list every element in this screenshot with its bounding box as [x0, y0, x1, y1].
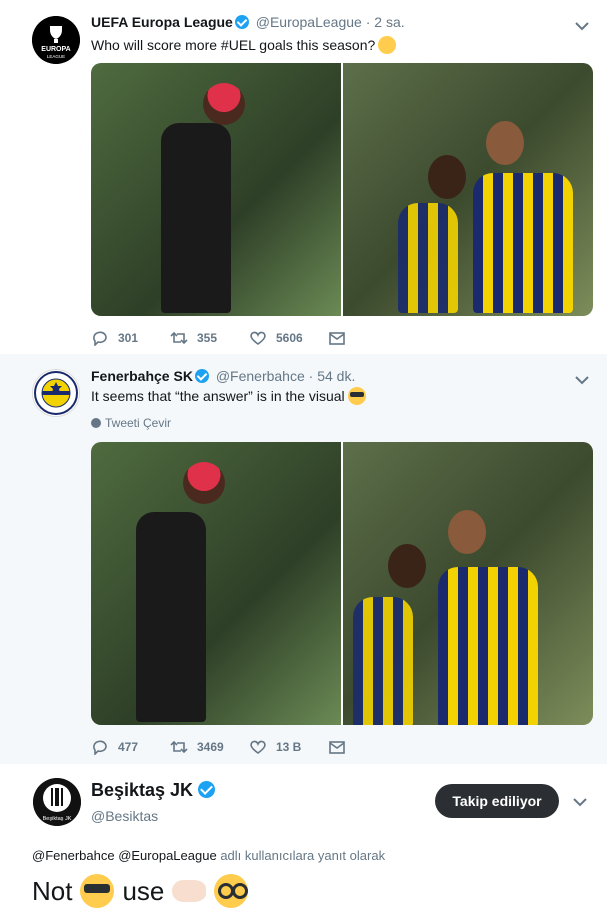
nerd-face-icon: [214, 874, 249, 908]
verified-badge-icon: [198, 781, 216, 798]
verified-badge-icon: [194, 369, 209, 383]
tweet-text: Not use: [32, 874, 249, 908]
sunglasses-face-icon: [347, 387, 366, 405]
player-figure: [161, 123, 231, 313]
tweet-besiktas[interactable]: Beşiktaş JK Beşiktaş JK @Besiktas Takip …: [0, 764, 607, 912]
time-separator: ·: [365, 14, 371, 30]
tweet-actions: 301 355 5606: [91, 330, 377, 346]
direct-message-button[interactable]: [328, 739, 355, 755]
envelope-icon: [329, 741, 345, 754]
player-head: [203, 83, 245, 125]
heart-icon: [250, 331, 266, 345]
photo-player-black-kit[interactable]: [91, 63, 341, 316]
timestamp[interactable]: 2 sa.: [374, 14, 404, 30]
chevron-down-icon[interactable]: [573, 794, 587, 808]
avatar[interactable]: EUROPA LEAGUE: [32, 16, 80, 64]
player-head: [428, 155, 466, 199]
avatar[interactable]: [32, 369, 80, 417]
display-name[interactable]: UEFA Europa League: [91, 14, 233, 30]
time-separator: ·: [308, 368, 314, 384]
like-count: 5606: [276, 331, 303, 345]
globe-icon: [91, 418, 101, 428]
tweet-header: UEFA Europa League @EuropaLeague · 2 sa.: [91, 14, 405, 30]
photo-player-striped-kit[interactable]: [343, 63, 593, 316]
tweet-header: Fenerbahçe SK @Fenerbahce · 54 dk.: [91, 368, 355, 384]
reply-context: @Fenerbahce @EuropaLeague adlı kullanıcı…: [32, 848, 385, 863]
reply-count: 477: [118, 740, 139, 754]
translate-tweet-link[interactable]: Tweeti Çevir: [91, 416, 171, 430]
player-head: [388, 544, 426, 588]
europa-league-logo-icon: EUROPA LEAGUE: [32, 16, 80, 64]
heart-icon: [250, 740, 266, 754]
reply-icon: [93, 740, 107, 755]
player-figure: [438, 567, 538, 725]
player-figure: [353, 597, 413, 725]
reply-icon: [93, 331, 107, 346]
avatar[interactable]: Beşiktaş JK: [33, 778, 81, 826]
player-figure: [473, 173, 573, 313]
tweet-text: Who will score more #UEL goals this seas…: [91, 36, 397, 54]
like-button[interactable]: 13 B: [249, 739, 306, 755]
username[interactable]: @EuropaLeague: [256, 14, 362, 30]
direct-message-button[interactable]: [328, 330, 355, 346]
following-button[interactable]: Takip ediliyor: [435, 784, 559, 818]
reply-suffix: adlı kullanıcılara yanıt olarak: [220, 848, 386, 863]
timestamp[interactable]: 54 dk.: [317, 368, 355, 384]
retweet-count: 3469: [197, 740, 224, 754]
svg-text:EUROPA: EUROPA: [41, 46, 70, 53]
player-figure: [398, 203, 458, 313]
like-button[interactable]: 5606: [249, 330, 306, 346]
tweet-fenerbahce[interactable]: Fenerbahçe SK @Fenerbahce · 54 dk. It se…: [0, 354, 607, 764]
besiktas-crest-icon: Beşiktaş JK: [33, 778, 81, 826]
photo-player-striped-kit[interactable]: [343, 442, 593, 725]
svg-text:Beşiktaş JK: Beşiktaş JK: [43, 816, 72, 822]
player-figure: [136, 512, 206, 722]
player-head: [448, 510, 486, 554]
tweet-media[interactable]: [91, 63, 593, 316]
username[interactable]: @Fenerbahce: [216, 368, 305, 384]
display-name[interactable]: Fenerbahçe SK: [91, 368, 193, 384]
tweet-actions: 477 3469 13 B: [91, 739, 377, 755]
username[interactable]: @Besiktas: [91, 808, 158, 824]
tweet-europa-league[interactable]: EUROPA LEAGUE UEFA Europa League @Europa…: [0, 0, 607, 354]
retweet-icon: [170, 331, 188, 345]
verified-badge-icon: [234, 15, 249, 29]
retweet-button[interactable]: 3469: [170, 739, 227, 755]
retweet-icon: [170, 740, 188, 754]
reply-count: 301: [118, 331, 139, 345]
thinking-face-icon: [378, 36, 397, 54]
player-head: [183, 462, 225, 504]
photo-player-black-kit[interactable]: [91, 442, 341, 725]
chevron-down-icon[interactable]: [575, 372, 589, 386]
pointing-left-hand-icon: [172, 880, 207, 902]
like-count: 13 B: [276, 740, 302, 754]
retweet-button[interactable]: 355: [170, 330, 227, 346]
retweet-count: 355: [197, 331, 218, 345]
sunglasses-face-icon: [80, 874, 115, 908]
display-name[interactable]: Beşiktaş JK: [91, 780, 218, 801]
reply-button[interactable]: 301: [91, 330, 148, 346]
player-head: [486, 121, 524, 165]
reply-button[interactable]: 477: [91, 739, 148, 755]
reply-mentions[interactable]: @Fenerbahce @EuropaLeague: [32, 848, 217, 863]
tweet-media[interactable]: [91, 442, 593, 725]
fenerbahce-crest-icon: [34, 371, 78, 415]
envelope-icon: [329, 332, 345, 345]
tweet-text: It seems that “the answer” is in the vis…: [91, 387, 366, 405]
chevron-down-icon[interactable]: [575, 18, 589, 32]
svg-text:LEAGUE: LEAGUE: [47, 54, 65, 59]
